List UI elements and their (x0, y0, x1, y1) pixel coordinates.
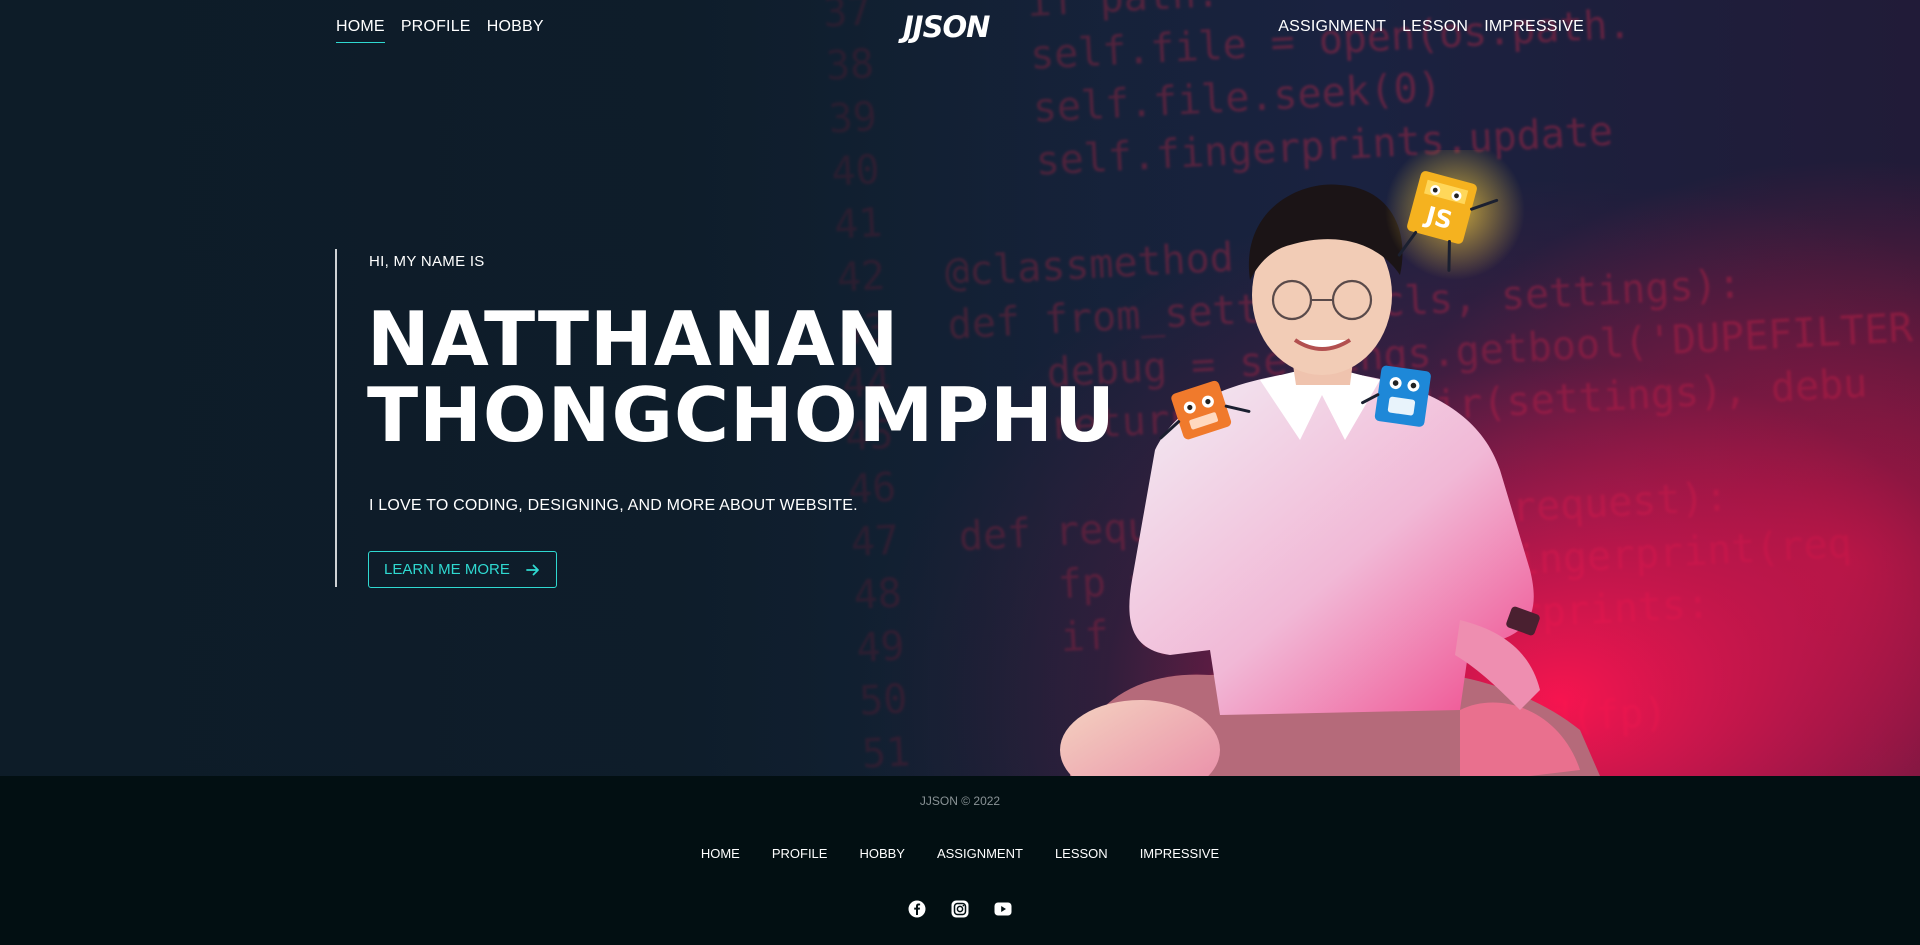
logo[interactable]: JJSON (903, 10, 990, 44)
nav-assignment[interactable]: ASSIGNMENT (1278, 18, 1386, 42)
intro-divider (335, 249, 337, 587)
footer-link-home[interactable]: HOME (701, 846, 740, 861)
nav-home[interactable]: HOME (336, 18, 385, 43)
footer-nav: HOME PROFILE HOBBY ASSIGNMENT LESSON IMP… (0, 846, 1920, 861)
hero-section: 37 if path:38 self.file = open(os.path.3… (0, 0, 1920, 776)
intro-name: NATTHANAN THONGCHOMPHU (367, 301, 1116, 453)
name-first: NATTHANAN (367, 295, 900, 383)
social-links (0, 900, 1920, 918)
footer-link-assignment[interactable]: ASSIGNMENT (937, 846, 1023, 861)
learn-more-label: LEARN ME MORE (384, 561, 510, 578)
portrait-image: JS (1060, 150, 1600, 776)
nav-left: HOME PROFILE HOBBY (336, 18, 544, 43)
nav-profile[interactable]: PROFILE (401, 18, 471, 43)
nav-hobby[interactable]: HOBBY (487, 18, 544, 43)
footer-link-lesson[interactable]: LESSON (1055, 846, 1108, 861)
copyright: JJSON © 2022 (919, 794, 1001, 808)
learn-more-button[interactable]: LEARN ME MORE (368, 551, 557, 588)
instagram-icon[interactable] (951, 900, 969, 918)
intro-tagline: I LOVE TO CODING, DESIGNING, AND MORE AB… (369, 497, 858, 514)
footer: JJSON © 2022 HOME PROFILE HOBBY ASSIGNME… (0, 776, 1920, 945)
footer-link-impressive[interactable]: IMPRESSIVE (1140, 846, 1219, 861)
arrow-right-icon (525, 564, 539, 575)
footer-link-hobby[interactable]: HOBBY (859, 846, 905, 861)
facebook-icon[interactable] (908, 900, 926, 918)
nav-right: ASSIGNMENT LESSON IMPRESSIVE (1278, 18, 1584, 42)
footer-link-profile[interactable]: PROFILE (772, 846, 828, 861)
intro-greeting: HI, MY NAME IS (369, 253, 485, 270)
nav-lesson[interactable]: LESSON (1402, 18, 1468, 42)
youtube-icon[interactable] (994, 900, 1012, 918)
nav-impressive[interactable]: IMPRESSIVE (1484, 18, 1584, 42)
name-last: THONGCHOMPHU (367, 371, 1116, 459)
